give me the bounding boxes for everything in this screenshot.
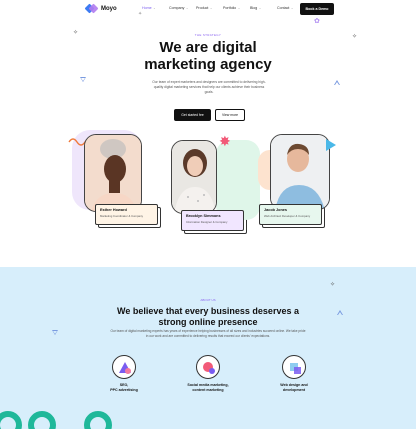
nav-item-label: Blog [250, 6, 258, 10]
nav-item-portfolio[interactable]: Portfolio ⌄ [223, 6, 250, 10]
nav-item-label: Home [142, 6, 152, 10]
feature-seo: SEO, PPC advertising [94, 355, 154, 393]
feature-label: SEO, PPC advertising [94, 383, 154, 393]
hero-eyebrow: THE STRATEGY [194, 33, 222, 37]
chevron-down-icon: ⌄ [209, 6, 213, 10]
about-title: We believe that every business deserves … [0, 306, 416, 328]
about-subtitle: Our team of digital marketing experts ha… [110, 329, 306, 338]
star-burst-icon: ✸ [219, 133, 231, 149]
person-name: Esther Howard [100, 208, 127, 212]
team-card-esther: Esther Howard Marketing Coordinator & Co… [95, 204, 161, 228]
brand-name: Moyo [101, 5, 117, 12]
hero-title-line: We are digital [159, 39, 257, 56]
card-backdrop [216, 140, 260, 220]
nav-item-home[interactable]: Home ⌄ [142, 6, 169, 10]
feature-label: Social media marketing, content marketin… [178, 383, 238, 393]
nav-item-product[interactable]: Product ⌄ [196, 6, 223, 10]
feature-label-line: development [282, 388, 306, 392]
about-title-line: strong online presence [158, 317, 258, 327]
nav-item-blog[interactable]: Blog ⌄ [250, 6, 277, 10]
feature-web-design: Web design and development [264, 355, 324, 393]
feature-social-media: Social media marketing, content marketin… [178, 355, 238, 393]
team-card-jacob: Jacob Jones Web Architect Developer & Co… [259, 204, 325, 228]
team-card-brooklyn: Brooklyn Simmons Information Designer & … [181, 210, 247, 234]
person-role: Web Architect Developer & Company [264, 214, 311, 218]
team-photo-esther [84, 134, 142, 212]
decorative-ring [28, 411, 56, 429]
chevron-down-icon: ⌄ [237, 6, 241, 10]
hero-subtitle: Our team of expert marketers and designe… [152, 80, 266, 94]
sparkle-icon: ✧ [330, 282, 336, 288]
chevron-down-icon: ⌄ [153, 6, 156, 10]
chevron-down-icon: ⌄ [185, 6, 189, 10]
nav-item-label: Contact [277, 6, 290, 10]
chevron-down-icon: ⌄ [290, 6, 294, 10]
person-name: Jacob Jones [264, 208, 288, 212]
view-more-button[interactable]: View more [215, 109, 245, 121]
hero-title: We are digital marketing agency [0, 39, 416, 73]
get-started-button[interactable]: Get started fee [174, 109, 211, 121]
chevron-down-icon: ⌄ [258, 6, 262, 10]
feature-label-line: PPC advertising [110, 388, 138, 392]
about-title-line: We believe that every business deserves … [117, 306, 299, 316]
top-navigation: Moyo Home ⌄ Company ⌄ Product ⌄ Portfolio ⌄ … [0, 0, 416, 18]
team-photo-jacob [270, 134, 330, 210]
person-role: Marketing Coordinator & Company [100, 214, 144, 218]
team-photo-brooklyn [171, 140, 217, 214]
seo-icon [112, 355, 136, 379]
triangle-inner [335, 81, 339, 85]
book-demo-button[interactable]: Book a Demo [300, 3, 334, 15]
logo-icon [84, 3, 99, 14]
feature-label: Web design and development [264, 383, 324, 393]
about-section: ✧ ABOUT US We believe that every busines… [0, 267, 416, 429]
main-menu: Home ⌄ Company ⌄ Product ⌄ Portfolio ⌄ Blog ⌄… [142, 6, 304, 10]
triangle-inner [81, 78, 85, 81]
feature-label-line: content marketing [192, 388, 224, 392]
person-name: Brooklyn Simmons [186, 214, 221, 218]
nav-item-label: Product [196, 6, 209, 10]
decorative-ring [84, 411, 112, 429]
about-eyebrow: ABOUT US [200, 298, 216, 302]
web-design-icon [282, 355, 306, 379]
sparkle-icon: ✦ [138, 11, 143, 17]
nav-item-company[interactable]: Company ⌄ [169, 6, 196, 10]
nav-item-label: Portfolio [223, 6, 237, 10]
triangle-inner [53, 331, 57, 334]
decorative-ring [0, 411, 22, 429]
brand-logo[interactable]: Moyo [84, 3, 117, 14]
nav-item-label: Company [169, 6, 185, 10]
flower-icon: ✿ [314, 18, 320, 25]
triangle-icon [326, 139, 336, 151]
person-role: Information Designer & Company [186, 220, 228, 224]
social-media-icon [196, 355, 220, 379]
hero-title-line: marketing agency [144, 56, 272, 73]
